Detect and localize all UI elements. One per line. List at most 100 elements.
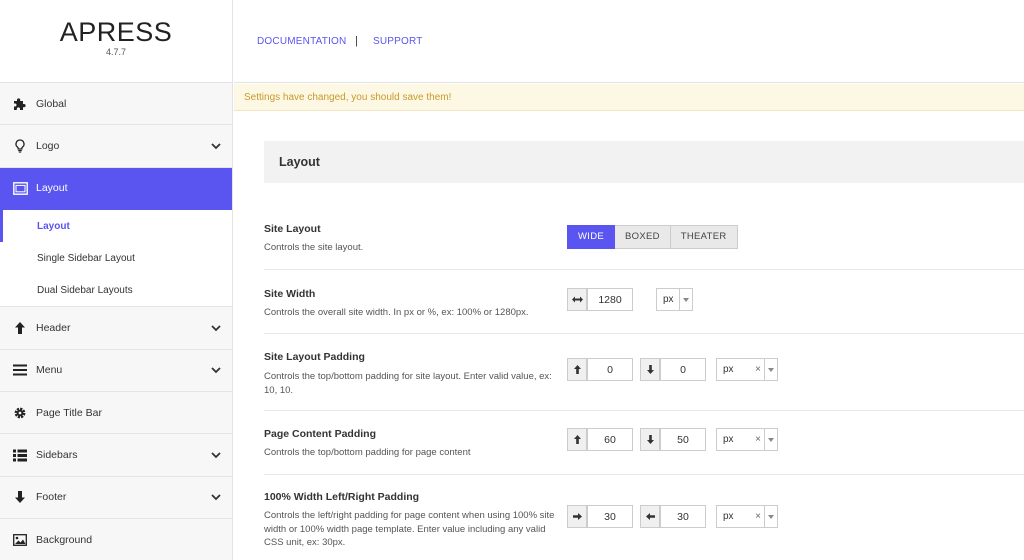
sidebar-item-global[interactable]: Global: [0, 83, 232, 126]
sidebar-item-label: Footer: [36, 491, 67, 504]
option-description: Controls the top/bottom padding for page…: [264, 447, 471, 458]
clear-icon[interactable]: ×: [752, 364, 764, 375]
top-bar: DOCUMENTATION | SUPPORT: [234, 0, 1024, 83]
site-width-field: [567, 288, 633, 311]
caret-down-icon: [764, 506, 777, 527]
content-padding-top-field: [567, 428, 633, 451]
site-width-input[interactable]: [587, 289, 632, 310]
padding-left-field: [640, 505, 706, 528]
boxed-button[interactable]: BOXED: [615, 225, 671, 249]
image-icon: [12, 532, 28, 548]
sidebar-item-menu[interactable]: Menu: [0, 350, 232, 392]
padding-top-input[interactable]: [587, 359, 632, 380]
window-icon: [12, 180, 28, 196]
sidebar-item-label: Logo: [36, 140, 60, 153]
arrow-down-icon: [641, 359, 660, 380]
arrow-left-icon: [641, 506, 660, 527]
chevron-down-icon[interactable]: [210, 140, 222, 152]
option-title: Page Content Padding: [264, 428, 377, 440]
sidebar-item-label: Menu: [36, 364, 63, 377]
padding-unit-select[interactable]: px ×: [716, 358, 778, 381]
sidebar-item-background[interactable]: Background: [0, 519, 232, 560]
option-description: Controls the overall site width. In px o…: [264, 307, 529, 318]
lightbulb-icon: [12, 138, 28, 154]
site-width-unit-select[interactable]: px: [656, 288, 693, 311]
content-padding-bottom-input[interactable]: [660, 429, 705, 450]
hamburger-icon: [12, 362, 28, 378]
sidebar-item-logo[interactable]: Logo: [0, 125, 232, 168]
layout-submenu: Layout Single Sidebar Layout Dual Sideba…: [0, 210, 232, 308]
gear-icon: [12, 405, 28, 421]
caret-down-icon: [764, 429, 777, 450]
arrow-up-icon: [12, 320, 28, 336]
padding-right-input[interactable]: [587, 506, 632, 527]
unit-value: px: [723, 511, 734, 522]
option-title: Site Layout: [264, 223, 321, 235]
padding-top-field: [567, 358, 633, 381]
site-layout-button-group: WIDE BOXED THEATER: [567, 225, 738, 249]
unit-value: px: [663, 294, 674, 305]
padding-bottom-input[interactable]: [660, 359, 705, 380]
sidebar-item-layout[interactable]: Layout: [0, 167, 232, 211]
unit-value: px: [723, 434, 734, 445]
option-full-width-padding: 100% Width Left/Right Padding Controls t…: [264, 475, 1024, 560]
caret-down-icon: [679, 289, 692, 310]
arrow-up-icon: [568, 429, 587, 450]
sidebar-item-page-title-bar[interactable]: Page Title Bar: [0, 392, 232, 435]
brand-name: APRESS: [59, 17, 173, 47]
sidebar-item-footer[interactable]: Footer: [0, 477, 232, 520]
sidebar-item-label: Layout: [36, 182, 68, 195]
sidebar-item-label: Sidebars: [36, 449, 78, 462]
arrow-up-icon: [568, 359, 587, 380]
sidebar-item-header[interactable]: Header: [0, 307, 232, 350]
option-description: Controls the left/right padding for page…: [264, 510, 555, 548]
theater-button[interactable]: THEATER: [670, 225, 738, 249]
chevron-down-icon[interactable]: [210, 322, 222, 334]
sidebar: APRESS 4.7.7 Global Logo Layout Layout S…: [0, 0, 233, 560]
wide-button[interactable]: WIDE: [567, 225, 616, 249]
caret-down-icon: [764, 359, 777, 380]
list-icon: [12, 447, 28, 463]
content-padding-unit-select[interactable]: px ×: [716, 428, 778, 451]
section-title: Layout: [264, 141, 1024, 183]
option-title: Site Width: [264, 288, 316, 300]
sidebar-item-sidebars[interactable]: Sidebars: [0, 434, 232, 477]
option-description: Controls the site layout.: [264, 242, 364, 253]
brand-version: 4.7.7: [105, 47, 127, 57]
submenu-item-single-sidebar-layout[interactable]: Single Sidebar Layout: [0, 242, 232, 274]
padding-right-field: [567, 505, 633, 528]
content-padding-top-input[interactable]: [587, 429, 632, 450]
option-title: Site Layout Padding: [264, 351, 365, 363]
puzzle-icon: [12, 96, 28, 112]
link-separator: |: [355, 35, 358, 47]
option-page-content-padding: Page Content Padding Controls the top/bo…: [264, 411, 1024, 475]
brand: APRESS 4.7.7: [0, 0, 232, 83]
option-site-width: Site Width Controls the overall site wid…: [264, 270, 1024, 334]
submenu-item-dual-sidebar-layouts[interactable]: Dual Sidebar Layouts: [0, 274, 232, 306]
sidebar-item-label: Page Title Bar: [36, 406, 102, 419]
option-site-layout: Site Layout Controls the site layout. WI…: [264, 214, 1024, 270]
sidebar-item-label: Header: [36, 321, 71, 334]
arrow-right-icon: [568, 506, 587, 527]
submenu-item-layout[interactable]: Layout: [0, 210, 232, 243]
horizontal-arrows-icon: [568, 289, 587, 310]
sidebar-item-label: Global: [36, 97, 67, 110]
full-width-padding-unit-select[interactable]: px ×: [716, 505, 778, 528]
arrow-down-icon: [12, 489, 28, 505]
unit-value: px: [723, 364, 734, 375]
sidebar-item-label: Background: [36, 533, 93, 546]
arrow-down-icon: [641, 429, 660, 450]
option-site-layout-padding: Site Layout Padding Controls the top/bot…: [264, 334, 1024, 411]
content-padding-bottom-field: [640, 428, 706, 451]
chevron-down-icon[interactable]: [210, 449, 222, 461]
chevron-down-icon[interactable]: [210, 491, 222, 503]
chevron-down-icon[interactable]: [210, 364, 222, 376]
clear-icon[interactable]: ×: [752, 434, 764, 445]
padding-left-input[interactable]: [660, 506, 705, 527]
documentation-link[interactable]: DOCUMENTATION: [257, 36, 346, 47]
settings-changed-notice: Settings have changed, you should save t…: [234, 84, 1024, 111]
clear-icon[interactable]: ×: [752, 511, 764, 522]
padding-bottom-field: [640, 358, 706, 381]
support-link[interactable]: SUPPORT: [373, 36, 423, 47]
option-title: 100% Width Left/Right Padding: [264, 491, 420, 503]
